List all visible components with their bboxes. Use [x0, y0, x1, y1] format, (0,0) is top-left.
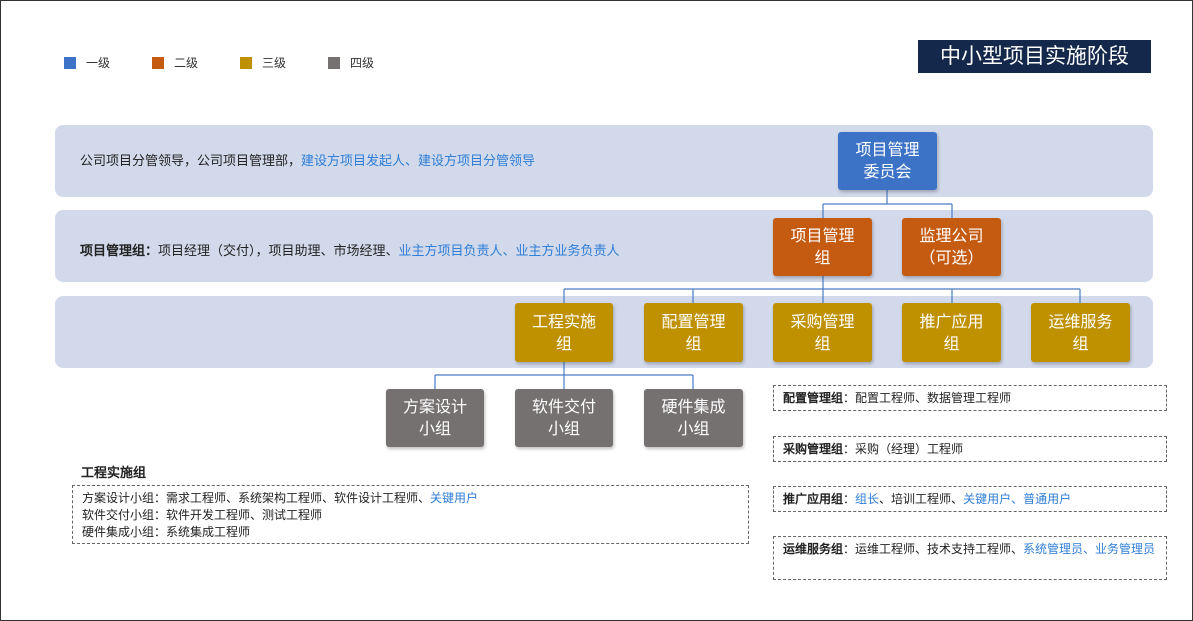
node-software[interactable]: 软件交付 小组: [515, 389, 613, 447]
engineering-group-title: 工程实施组: [81, 466, 147, 481]
promotion-note-text1: ：: [843, 492, 856, 506]
engineering-note-line1-text: 方案设计小组：需求工程师、系统架构工程师、软件设计工程师、: [82, 491, 431, 505]
node-promotion[interactable]: 推广应用组: [902, 303, 1001, 362]
node-supervisor-line2: （可选）: [919, 248, 984, 267]
config-group-note: 配置管理组：配置工程师、数据管理工程师: [773, 385, 1167, 411]
node-purchase-line2: 组: [814, 333, 831, 353]
node-pm-group-line1: 项目管理: [790, 226, 855, 245]
purchase-group-note: 采购管理组：采购（经理）工程师: [773, 436, 1167, 462]
node-hardware-line1: 硬件集成: [661, 397, 726, 416]
purchase-note-label: 采购管理组: [783, 442, 844, 456]
node-config-line1: 配置管理: [661, 311, 726, 331]
config-note-label: 配置管理组: [783, 391, 844, 405]
engineering-note-line1-blue: 关键用户: [430, 491, 479, 505]
engineering-note-line2-text: 软件交付小组：软件开发工程师、测试工程师: [82, 508, 323, 522]
promotion-group-note: 推广应用组：组长、培训工程师、关键用户、普通用户: [773, 486, 1167, 512]
ops-note-text: ：运维工程师、技术支持工程师、: [843, 542, 1024, 556]
node-design-line1: 方案设计: [402, 397, 467, 416]
node-engineering-line1: 工程实施: [531, 311, 596, 331]
node-project-committee[interactable]: 项目管理 委员会: [838, 132, 937, 190]
engineering-note-line: 硬件集成小组：系统集成工程师: [82, 524, 739, 541]
ops-note-label: 运维服务组: [783, 542, 844, 556]
node-pm-group-line2: 组: [814, 248, 831, 267]
node-software-line1: 软件交付: [531, 397, 596, 416]
node-ops-line1: 运维服务: [1048, 311, 1113, 331]
node-project-committee-line2: 委员会: [863, 162, 912, 181]
node-design[interactable]: 方案设计 小组: [386, 389, 484, 447]
ops-group-note: 运维服务组：运维工程师、技术支持工程师、系统管理员、业务管理员: [773, 536, 1167, 580]
node-software-line2: 小组: [547, 419, 580, 438]
node-hardware[interactable]: 硬件集成 小组: [644, 389, 743, 447]
node-promotion-line2: 组: [943, 333, 960, 353]
node-design-line2: 小组: [418, 419, 451, 438]
ops-note-blue: 系统管理员、业务管理员: [1023, 542, 1156, 556]
promotion-note-label: 推广应用组: [783, 492, 844, 506]
promotion-note-blue1: 组长: [855, 492, 880, 506]
engineering-note-line: 软件交付小组：软件开发工程师、测试工程师: [82, 507, 739, 524]
node-config-line2: 组: [685, 333, 702, 353]
node-project-committee-line1: 项目管理: [855, 140, 920, 159]
promotion-note-blue2: 关键用户、普通用户: [963, 492, 1072, 506]
node-engineering[interactable]: 工程实施组: [515, 303, 613, 362]
node-ops-line2: 组: [1072, 333, 1089, 353]
node-supervisor-line1: 监理公司: [919, 226, 984, 245]
engineering-group-notes: 方案设计小组：需求工程师、系统架构工程师、软件设计工程师、关键用户 软件交付小组…: [72, 485, 749, 544]
promotion-note-text2: 、培训工程师、: [879, 492, 964, 506]
node-config[interactable]: 配置管理组: [644, 303, 743, 362]
node-engineering-line2: 组: [555, 333, 572, 353]
engineering-note-line3-text: 硬件集成小组：系统集成工程师: [82, 525, 251, 539]
node-hardware-line2: 小组: [677, 419, 710, 438]
node-supervisor[interactable]: 监理公司 （可选）: [902, 218, 1001, 276]
engineering-note-line: 方案设计小组：需求工程师、系统架构工程师、软件设计工程师、关键用户: [82, 490, 739, 507]
node-ops[interactable]: 运维服务组: [1031, 303, 1130, 362]
node-promotion-line1: 推广应用: [919, 311, 984, 331]
node-purchase[interactable]: 采购管理组: [773, 303, 872, 362]
purchase-note-text: ：采购（经理）工程师: [843, 442, 964, 456]
node-pm-group[interactable]: 项目管理组: [773, 218, 872, 276]
node-purchase-line1: 采购管理: [790, 311, 855, 331]
config-note-text: ：配置工程师、数据管理工程师: [843, 391, 1012, 405]
